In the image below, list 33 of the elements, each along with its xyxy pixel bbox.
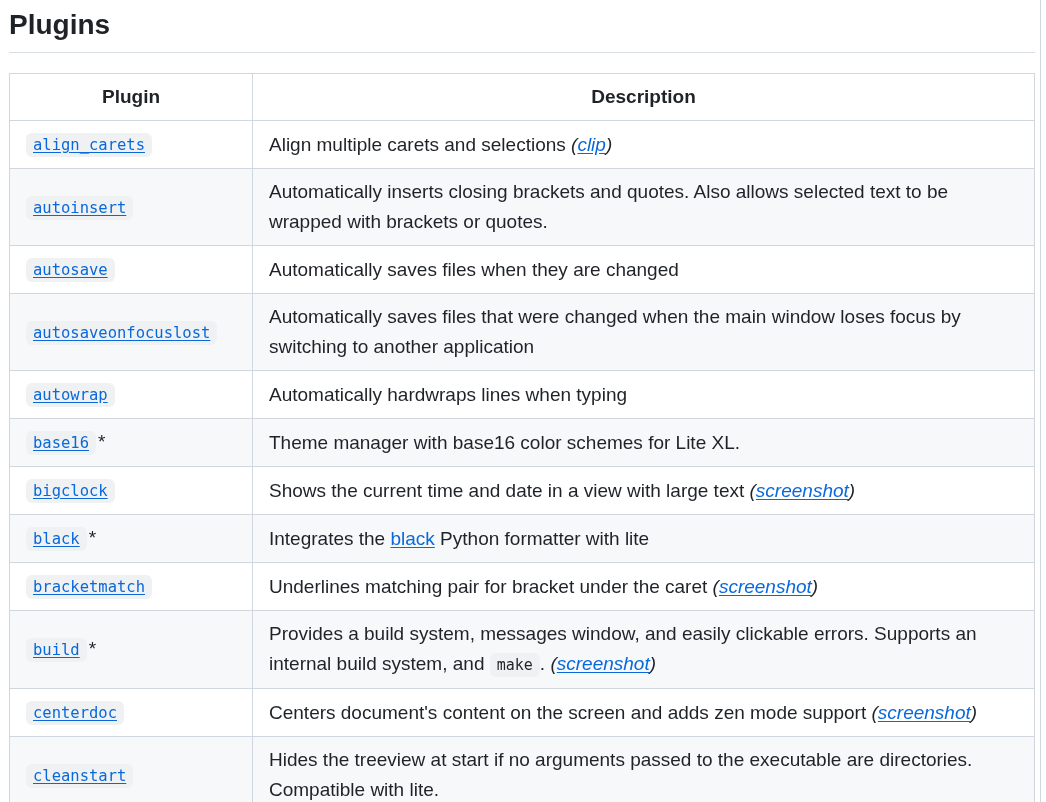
plugin-link[interactable]: autowrap — [26, 383, 115, 407]
link[interactable]: clip — [577, 133, 606, 155]
description-text: Provides a build system, messages window, and easily clickable errors. Supports an internal build system, and make . (screenshot) — [269, 619, 1018, 680]
column-header: Description — [252, 73, 1035, 121]
plugin-link[interactable]: autosave — [26, 258, 115, 282]
description-text: Shows the current time and date in a view with large text (screenshot) — [269, 478, 857, 503]
plugin-link[interactable]: centerdoc — [26, 701, 124, 725]
plugin-link[interactable]: autoinsert — [26, 195, 134, 220]
description-text: Integrates the black Python formatter with lite — [269, 526, 651, 551]
description-text: Automatically inserts closing brackets and quotes. Also allows selected text to be wrapped with brackets or quotes. — [269, 180, 950, 234]
link[interactable]: black — [390, 527, 435, 549]
plugin-link[interactable]: autosaveonfocuslost — [26, 320, 218, 345]
plugin-link[interactable]: align_carets — [26, 133, 152, 157]
description-text: Centers document's content on the screen and adds zen mode support (screenshot) — [269, 700, 979, 725]
plugin-link[interactable]: cleanstart — [26, 763, 134, 788]
description-text: Automatically saves files that were changed when the main window loses focus by switching to another application — [269, 305, 962, 359]
description-text: Automatically hardwraps lines when typing — [269, 382, 628, 407]
footnote-mark: * — [98, 431, 106, 452]
footnote-mark: * — [88, 638, 97, 659]
plugin-link[interactable]: bigclock — [26, 479, 115, 503]
description-text: Align multiple carets and selections (clip) — [269, 132, 614, 157]
plugin-link[interactable]: base16 — [26, 431, 96, 455]
inline-code: make — [489, 653, 540, 677]
plugin-link[interactable]: bracketmatch — [26, 575, 152, 599]
description-text: Theme manager with base16 color schemes for Lite XL. — [269, 430, 741, 455]
column-header: Plugin — [9, 73, 253, 121]
description-text: Underlines matching pair for bracket under the caret (screenshot) — [269, 574, 820, 599]
footnote-mark: * — [88, 527, 97, 548]
page-heading: Plugins — [9, 0, 1035, 53]
description-text: Hides the treeview at start if no arguments passed to the executable are directories. Compatible with lite. — [269, 748, 974, 802]
plugin-link[interactable]: black — [26, 527, 87, 551]
description-text: Automatically saves files when they are changed — [269, 257, 680, 282]
plugin-link[interactable]: build — [26, 638, 87, 662]
